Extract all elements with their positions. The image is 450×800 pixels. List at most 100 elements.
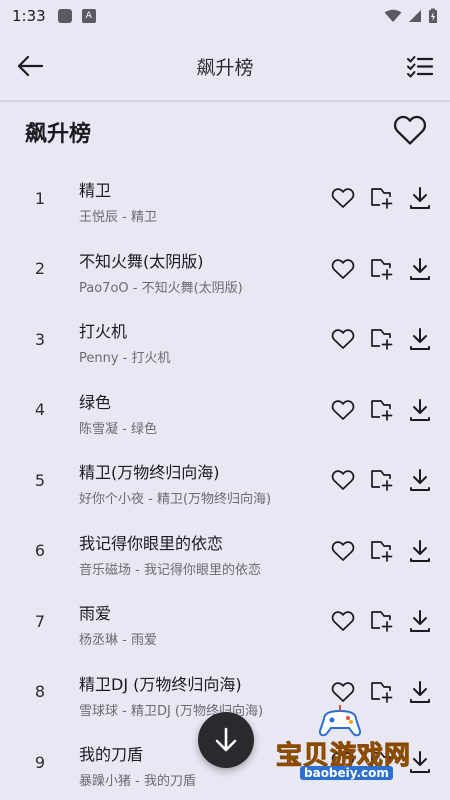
battery-icon [429, 8, 437, 23]
download-icon [410, 680, 430, 703]
back-button[interactable] [12, 48, 48, 84]
song-row[interactable]: 1 精卫 王悦辰 - 精卫 [0, 163, 450, 234]
arrow-left-icon [17, 55, 44, 77]
add-to-playlist-button[interactable] [368, 679, 394, 705]
watermark: 宝贝游戏网 baobeiy.com [275, 705, 436, 785]
song-rank: 3 [34, 329, 46, 349]
download-button[interactable] [407, 397, 433, 423]
heart-outline-icon [393, 115, 427, 145]
heart-outline-icon [331, 329, 355, 349]
heart-outline-icon [331, 611, 355, 631]
song-rank: 6 [34, 541, 46, 561]
like-button[interactable] [330, 679, 356, 705]
add-to-playlist-icon [371, 470, 393, 491]
song-rank: 8 [34, 682, 46, 702]
song-artist: 音乐磁场 - 我记得你眼里的依恋 [79, 562, 261, 578]
watermark-url: baobeiy.com [300, 766, 393, 780]
like-button[interactable] [330, 467, 356, 493]
download-button[interactable] [407, 538, 433, 564]
like-button[interactable] [330, 608, 356, 634]
status-indicators [384, 8, 438, 24]
app-notification-letter: A [85, 11, 92, 21]
add-to-playlist-button[interactable] [368, 326, 394, 352]
add-to-playlist-button[interactable] [368, 538, 394, 564]
favorite-list-button[interactable] [390, 110, 430, 150]
add-to-playlist-button[interactable] [368, 608, 394, 634]
song-title: 打火机 [79, 322, 128, 341]
status-bar: 1:33 A [0, 0, 450, 32]
heart-outline-icon [331, 540, 355, 561]
multi-select-button[interactable] [402, 48, 438, 84]
heart-outline-icon [331, 681, 355, 702]
song-title: 绿色 [79, 392, 112, 412]
song-title: 不知火舞(太阴版) [79, 251, 204, 271]
download-icon [410, 469, 430, 491]
signal-icon [409, 10, 421, 22]
download-icon [410, 187, 430, 209]
heart-outline-icon [331, 399, 355, 420]
song-rank: 5 [34, 470, 46, 490]
song-artist: 陈雪凝 - 绿色 [79, 421, 157, 437]
song-list: 1 精卫 王悦辰 - 精卫 2 不知火舞(太阴版) Pao7oO - 不知火舞(太阴版) 3… [0, 163, 450, 798]
like-button[interactable] [330, 538, 356, 564]
song-title: 我的刀盾 [79, 745, 144, 764]
download-icon [410, 257, 430, 280]
song-row[interactable]: 2 不知火舞(太阴版) Pao7oO - 不知火舞(太阴版) [0, 234, 450, 305]
download-button[interactable] [407, 679, 433, 705]
download-button[interactable] [407, 185, 433, 211]
heart-outline-icon [331, 470, 355, 490]
like-button[interactable] [330, 256, 356, 282]
notification-icon [57, 9, 72, 23]
add-to-playlist-button[interactable] [368, 467, 394, 493]
download-icon [410, 398, 430, 421]
song-row[interactable]: 5 精卫(万物终归向海) 好你个小夜 - 精卫(万物终归向海) [0, 445, 450, 516]
song-artist: 暴躁小猪 - 我的刀盾 [79, 774, 196, 789]
song-title: 精卫 [79, 181, 112, 200]
scroll-down-button[interactable] [198, 712, 254, 768]
status-time: 1:33 [12, 7, 46, 25]
song-row[interactable]: 6 我记得你眼里的依恋音乐磁场 - 我记得你眼里的依恋 [0, 516, 450, 587]
song-rank: 4 [34, 400, 46, 420]
add-to-playlist-icon [371, 540, 393, 562]
like-button[interactable] [330, 326, 356, 352]
download-button[interactable] [407, 608, 433, 634]
download-button[interactable] [407, 467, 433, 493]
song-artist: 好你个小夜 - 精卫(万物终归向海) [79, 492, 272, 507]
heart-outline-icon [331, 258, 355, 279]
gamepad-logo-icon [318, 705, 362, 737]
song-row[interactable]: 3 打火机 Penny - 打火机 [0, 304, 450, 375]
download-icon [410, 610, 430, 632]
download-button[interactable] [407, 256, 433, 282]
like-button[interactable] [330, 185, 356, 211]
add-to-playlist-icon [371, 188, 393, 209]
like-button[interactable] [330, 397, 356, 423]
song-rank: 1 [34, 188, 46, 208]
add-to-playlist-button[interactable] [368, 397, 394, 423]
song-title: 精卫(万物终归向海) [79, 463, 220, 482]
add-to-playlist-button[interactable] [368, 185, 394, 211]
page-title: 飙升榜 [196, 56, 254, 79]
add-to-playlist-icon [371, 258, 393, 280]
song-title: 雨爱 [79, 604, 112, 623]
song-title: 精卫DJ (万物终归向海) [79, 674, 242, 694]
song-rank: 7 [34, 611, 46, 631]
add-to-playlist-icon [371, 399, 393, 421]
song-title: 我记得你眼里的依恋 [79, 533, 224, 553]
add-to-playlist-icon [371, 611, 393, 632]
wifi-icon [384, 9, 402, 22]
arrow-down-icon [215, 727, 237, 752]
checklist-icon [407, 56, 434, 78]
song-row[interactable]: 7 雨爱杨丞琳 - 雨爱 [0, 586, 450, 657]
song-rank: 9 [34, 752, 46, 772]
list-header: 飙升榜 [0, 102, 450, 158]
app-notification-icon: A [81, 9, 96, 23]
add-to-playlist-icon [371, 681, 393, 703]
download-button[interactable] [407, 326, 433, 352]
song-row[interactable]: 4 绿色陈雪凝 - 绿色 [0, 375, 450, 446]
heart-outline-icon [331, 188, 355, 208]
song-artist: 杨丞琳 - 雨爱 [79, 633, 157, 648]
add-to-playlist-button[interactable] [368, 256, 394, 282]
song-rank: 2 [34, 259, 46, 279]
app-bar: 飙升榜 [0, 32, 450, 100]
list-title: 飙升榜 [25, 122, 92, 147]
